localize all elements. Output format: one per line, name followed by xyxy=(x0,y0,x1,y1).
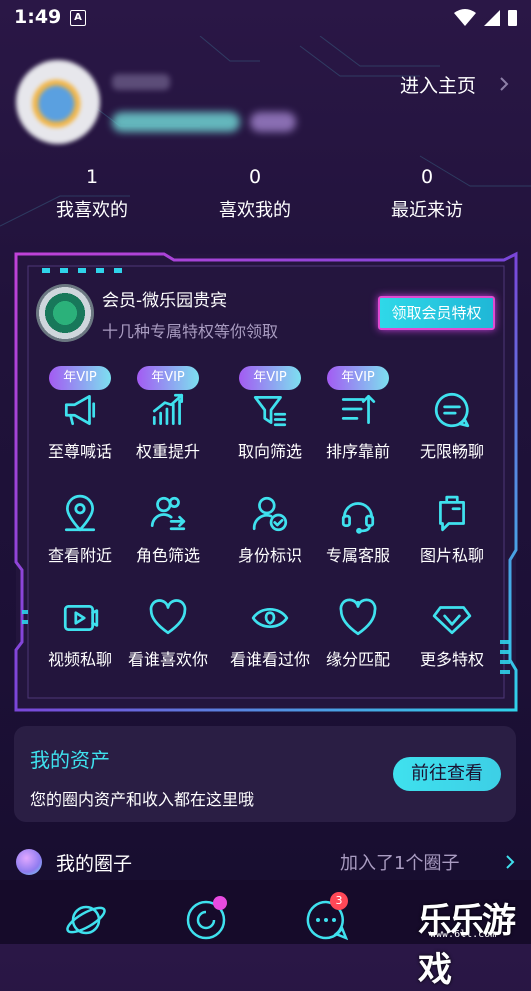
stat-value: 0 xyxy=(248,166,262,188)
circle-icon xyxy=(16,849,42,875)
heart-icon xyxy=(149,599,187,635)
eye-icon xyxy=(251,607,289,629)
filter-icon xyxy=(253,396,287,427)
vip-feature-label: 视频私聊 xyxy=(47,650,112,669)
assets-title: 我的资产 xyxy=(30,748,110,772)
vip-feature-item[interactable]: 视频私聊 xyxy=(30,598,130,670)
headset-icon xyxy=(341,502,375,534)
vip-feature-label: 排序靠前 xyxy=(325,442,390,461)
vip-feature-item[interactable]: 至尊喊话 xyxy=(30,390,130,462)
homepage-link[interactable]: 进入主页 xyxy=(370,70,510,98)
status-icons xyxy=(454,9,517,26)
vip-feature-item[interactable]: 无限畅聊 xyxy=(402,390,502,462)
megaphone-icon xyxy=(64,394,96,426)
vip-feature-item[interactable]: 看谁喜欢你 xyxy=(118,598,218,670)
notification-a-icon: A xyxy=(70,10,86,26)
stat-label: 喜欢我的 xyxy=(219,200,291,221)
vip-year-badge: 年VIP xyxy=(239,366,301,390)
vip-feature-label: 权重提升 xyxy=(135,442,200,461)
vip-feature-label: 专属客服 xyxy=(325,546,390,565)
image-chat-icon xyxy=(439,495,465,532)
profile-tag-blurred xyxy=(112,112,240,132)
vip-year-badge: 年VIP xyxy=(49,366,111,390)
diamond-icon xyxy=(432,606,472,635)
chart-up-icon xyxy=(152,393,184,426)
vip-feature-item[interactable]: 专属客服 xyxy=(308,494,408,566)
vip-feature-label: 取向筛选 xyxy=(237,442,302,461)
vip-feature-label: 图片私聊 xyxy=(419,546,484,565)
vip-feature-item[interactable]: 看谁看过你 xyxy=(220,598,320,670)
vip-member-emblem-icon xyxy=(36,284,94,342)
vip-year-badge: 年VIP xyxy=(137,366,199,390)
watermark-logo: 乐乐游戏 xyxy=(418,901,516,990)
profile-tag-blurred xyxy=(250,112,296,132)
vip-feature-label: 身份标识 xyxy=(237,546,302,565)
user-verified-icon xyxy=(252,496,288,532)
watermark-url: www.6ll.com xyxy=(430,929,497,940)
vip-title: 会员-微乐园贵宾 xyxy=(102,291,228,311)
chevron-right-icon xyxy=(500,77,509,91)
vip-feature-label: 看谁看过你 xyxy=(229,650,310,669)
status-time: 1:49 xyxy=(14,6,62,28)
location-pin-icon xyxy=(64,494,96,532)
vip-feature-label: 查看附近 xyxy=(47,546,112,565)
vip-feature-label: 缘分匹配 xyxy=(325,650,390,669)
stat-label: 最近来访 xyxy=(391,200,463,221)
status-bar: 1:49 A xyxy=(0,0,531,36)
vip-feature-label: 至尊喊话 xyxy=(47,442,112,461)
vip-feature-item[interactable]: 角色筛选 xyxy=(118,494,218,566)
sort-up-icon xyxy=(341,394,376,424)
vip-feature-label: 无限畅聊 xyxy=(419,442,484,461)
circle-count-info[interactable]: 加入了1个圈子 xyxy=(340,849,459,875)
vip-feature-item[interactable]: 取向筛选 xyxy=(220,390,320,462)
stat-likes-me[interactable]: 0 喜欢我的 xyxy=(185,166,325,222)
vip-feature-label: 看谁喜欢你 xyxy=(127,650,208,669)
vip-feature-item[interactable]: 权重提升 xyxy=(118,390,218,462)
vip-feature-item[interactable]: 缘分匹配 xyxy=(308,598,408,670)
vip-feature-item[interactable]: 身份标识 xyxy=(220,494,320,566)
wifi-icon xyxy=(454,9,476,26)
homepage-link-label: 进入主页 xyxy=(399,74,476,97)
vip-subtitle: 十几种专属特权等你领取 xyxy=(102,322,279,341)
vip-feature-item[interactable]: 图片私聊 xyxy=(402,494,502,566)
vip-feature-label: 更多特权 xyxy=(419,650,484,669)
vip-feature-item[interactable]: 更多特权 xyxy=(402,598,502,670)
vip-feature-item[interactable]: 查看附近 xyxy=(30,494,130,566)
view-assets-button[interactable]: 前往查看 xyxy=(393,757,501,791)
chat-bubble-icon xyxy=(434,392,470,428)
vip-feature-item[interactable]: 排序靠前 xyxy=(308,390,408,462)
chevron-right-icon[interactable] xyxy=(504,852,516,872)
battery-icon xyxy=(508,10,517,26)
stat-label: 我喜欢的 xyxy=(56,200,128,221)
heart-match-icon xyxy=(339,598,377,636)
my-circle-label[interactable]: 我的圈子 xyxy=(56,849,132,876)
nav-planet-icon[interactable] xyxy=(64,898,108,942)
stat-value: 0 xyxy=(420,166,434,188)
video-icon xyxy=(63,605,99,631)
username-blurred xyxy=(112,74,170,90)
users-switch-icon xyxy=(150,496,186,531)
vip-year-badge: 年VIP xyxy=(327,366,389,390)
claim-vip-button[interactable]: 领取会员特权 xyxy=(378,296,495,330)
assets-description: 您的圈内资产和收入都在这里哦 xyxy=(30,790,255,809)
signal-icon xyxy=(484,10,500,26)
nav-notification-dot xyxy=(213,896,227,910)
message-count-badge: 3 xyxy=(330,892,348,910)
vip-feature-label: 角色筛选 xyxy=(135,546,200,565)
stat-i-like[interactable]: 1 我喜欢的 xyxy=(22,166,162,222)
stat-recent-visitors[interactable]: 0 最近来访 xyxy=(357,166,497,222)
avatar[interactable] xyxy=(16,60,100,144)
stat-value: 1 xyxy=(85,166,99,188)
